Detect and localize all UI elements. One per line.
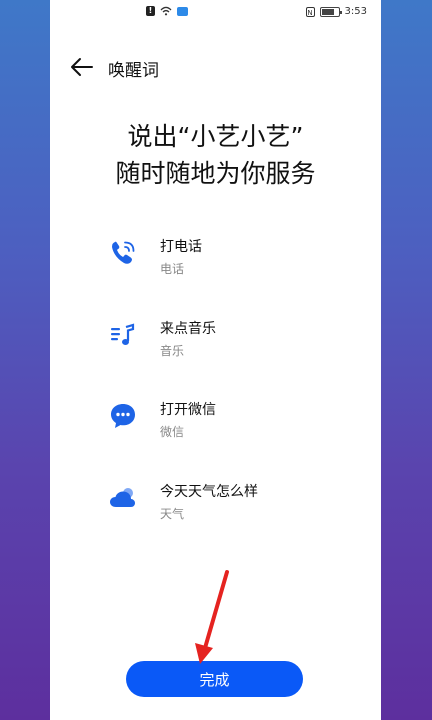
status-left-icons: ! [146, 6, 188, 16]
item-subtitle: 天气 [160, 506, 185, 521]
page-title: 唤醒词 [108, 61, 159, 81]
arrow-left-icon [71, 58, 93, 76]
list-item: 来点音乐 音乐 [108, 314, 371, 396]
headline-line-1: 说出“小艺小艺” [127, 122, 304, 151]
phone-screen: ! N 3:53 唤醒词 说出“小艺小艺” 随时随地为你服务 打电话 电话 来点… [50, 0, 381, 720]
list-item: 打开微信 微信 [108, 395, 371, 477]
weather-icon [110, 487, 135, 507]
item-title: 打电话 [160, 239, 202, 255]
music-icon [111, 323, 135, 345]
item-subtitle: 微信 [160, 425, 185, 439]
top-bar: 唤醒词 [50, 50, 381, 84]
status-right-icons: N 3:53 [305, 6, 367, 17]
alert-icon: ! [146, 6, 155, 16]
list-item: 打电话 电话 [108, 232, 371, 314]
status-bar: ! N 3:53 [50, 0, 381, 24]
item-subtitle: 音乐 [160, 343, 185, 358]
battery-icon [319, 6, 342, 17]
wifi-icon [160, 6, 172, 16]
item-title: 来点音乐 [160, 320, 216, 337]
back-button[interactable] [68, 54, 96, 80]
phone-icon [112, 241, 135, 264]
nfc-icon: N [305, 6, 315, 17]
item-subtitle: 电话 [160, 262, 185, 276]
chat-icon [111, 404, 135, 428]
headline-line-2: 随时随地为你服务 [115, 159, 316, 188]
example-commands-list: 打电话 电话 来点音乐 音乐 打开微信 微信 今天天气怎么样 天气 [108, 232, 371, 558]
battery-fill [321, 8, 335, 15]
headline: 说出“小艺小艺” 随时随地为你服务 [50, 118, 381, 192]
item-title: 今天天气怎么样 [160, 483, 258, 500]
cloud-icon [177, 6, 188, 16]
list-item: 今天天气怎么样 天气 [108, 477, 371, 559]
done-button[interactable]: 完成 [126, 661, 303, 697]
status-time: 3:53 [344, 6, 367, 17]
item-title: 打开微信 [160, 402, 216, 418]
